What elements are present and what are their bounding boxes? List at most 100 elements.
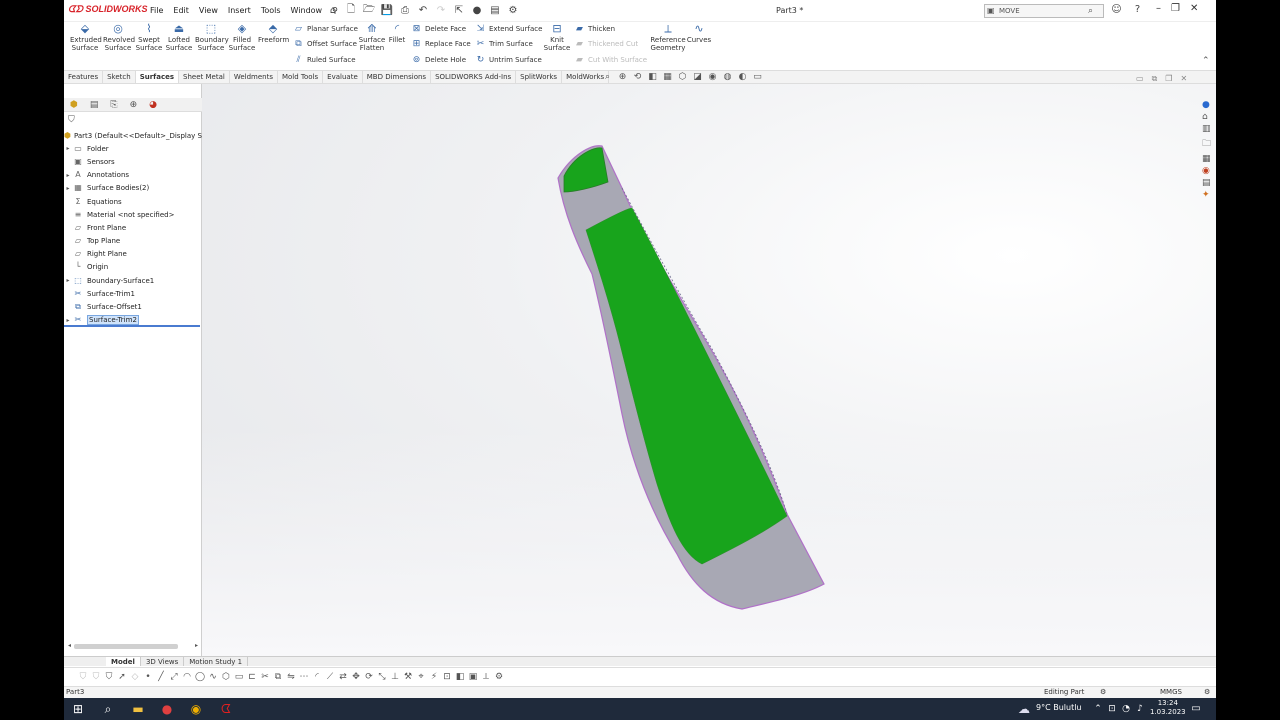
collapse-ribbon-icon[interactable]: ⌃ <box>1202 56 1210 66</box>
search-input[interactable]: ▣ MOVE ⌕ <box>984 4 1104 18</box>
model-view[interactable] <box>202 84 1216 656</box>
solidworks-taskbar-icon[interactable]: ᗧ <box>218 701 234 717</box>
scroll-left-icon[interactable]: ◂ <box>68 642 71 649</box>
weather-text[interactable]: 9°C Bulutlu <box>1036 703 1082 712</box>
property-manager-tab-icon[interactable]: ▤ <box>90 98 99 111</box>
convert-entities-icon[interactable]: ⇄ <box>338 672 348 682</box>
tree-node-part[interactable]: ⬢ Part3 (Default<<Default>_Display Sta <box>64 129 202 142</box>
chamfer-icon[interactable]: ⟋ <box>325 672 335 682</box>
trim-entities-icon[interactable]: ✂ <box>260 672 270 682</box>
surface-flatten-button[interactable]: ⟰ Surface Flatten <box>358 23 386 53</box>
rotate-entities-icon[interactable]: ⟳ <box>364 672 374 682</box>
feature-manager-tab-icon[interactable]: ⬢ <box>70 98 78 111</box>
point-icon[interactable]: • <box>143 672 153 682</box>
ruled-surface-button[interactable]: ⫽ Ruled Surface <box>293 53 355 67</box>
tree-node-surface-bodies[interactable]: ▸ ▦ Surface Bodies(2) <box>64 182 202 195</box>
recorder-app-icon[interactable]: ● <box>159 701 175 717</box>
repair-sketch-icon[interactable]: ⚒ <box>403 672 413 682</box>
viewport-minimize-icon[interactable]: ▭ <box>1136 74 1144 84</box>
rapid-sketch-icon[interactable]: ⚡ <box>429 672 439 682</box>
extruded-surface-button[interactable]: ⬙ Extruded Surface <box>70 23 102 53</box>
tree-node-top-plane[interactable]: ▱ Top Plane <box>64 235 202 248</box>
offset-surface-button[interactable]: ⧉ Offset Surface <box>293 37 357 51</box>
tree-node-front-plane[interactable]: ▱ Front Plane <box>64 221 202 234</box>
volume-icon[interactable]: ♪ <box>1132 701 1148 717</box>
viewport-close-icon[interactable]: ✕ <box>1180 74 1187 84</box>
display-relations-icon[interactable]: ⟂ <box>481 672 491 682</box>
redo-icon[interactable]: ↷ <box>434 4 448 17</box>
resources-icon[interactable]: ● <box>1202 100 1214 110</box>
knit-surface-button[interactable]: ⊟ Knit Surface <box>542 23 572 53</box>
file-properties-icon[interactable]: ▤ <box>488 4 502 17</box>
menu-window[interactable]: Window <box>291 6 323 15</box>
custom-properties-icon[interactable]: ▤ <box>1202 178 1214 188</box>
zoom-to-area-icon[interactable]: ⊕ <box>617 72 628 82</box>
expand-arrow-icon[interactable]: ▸ <box>64 185 72 192</box>
rebuild-icon[interactable]: ⚙ <box>1100 688 1106 696</box>
save-icon[interactable]: 💾 <box>380 4 394 17</box>
solidworks-forum-icon[interactable]: ✦ <box>1202 190 1214 200</box>
tab-sketch[interactable]: Sketch <box>103 71 136 83</box>
options-gear-icon[interactable]: ⚙ <box>506 4 520 17</box>
edit-appearance-icon[interactable]: ◍ <box>722 72 733 82</box>
mirror-icon[interactable]: ⇋ <box>286 672 296 682</box>
appearances-icon[interactable]: ◉ <box>1202 166 1214 176</box>
menu-tools[interactable]: Tools <box>261 6 281 15</box>
swept-surface-button[interactable]: ⌇ Swept Surface <box>135 23 163 53</box>
quick-snaps-icon[interactable]: ⌖ <box>416 672 426 682</box>
offset-entities-icon[interactable]: ⧉ <box>273 672 283 682</box>
help-icon[interactable]: ? <box>1131 4 1144 15</box>
home-pane-icon[interactable]: ⌂ <box>1202 112 1214 122</box>
tab-splitworks[interactable]: SplitWorks <box>516 71 563 83</box>
polygon-icon[interactable]: ⬡ <box>221 672 231 682</box>
tab-mbd-dimensions[interactable]: MBD Dimensions <box>363 71 432 83</box>
delete-hole-button[interactable]: ⊚ Delete Hole <box>411 53 466 67</box>
apply-scene-icon[interactable]: ◐ <box>737 72 748 82</box>
display-style-icon[interactable]: ◪ <box>692 72 703 82</box>
chrome-icon[interactable]: ◉ <box>188 701 204 717</box>
circle-icon[interactable]: ◯ <box>195 672 205 682</box>
new-document-icon[interactable]: 🗋 <box>344 4 358 17</box>
menu-file[interactable]: File <box>150 6 163 15</box>
configuration-manager-tab-icon[interactable]: ⎘ <box>110 98 117 111</box>
tab-features[interactable]: Features <box>64 71 104 83</box>
hide-show-items-icon[interactable]: ◉ <box>707 72 718 82</box>
tab-evaluate[interactable]: Evaluate <box>323 71 363 83</box>
slot-icon[interactable]: ⊏ <box>247 672 257 682</box>
select-arrow-icon[interactable]: ➚ <box>117 672 127 682</box>
fillet-sketch-icon[interactable]: ◜ <box>312 672 322 682</box>
taskbar-search-icon[interactable]: ⌕ <box>100 701 116 717</box>
tree-node-equations[interactable]: Σ Equations <box>64 195 202 208</box>
rectangle-icon[interactable]: ▭ <box>234 672 244 682</box>
freeform-button[interactable]: ⬘ Freeform <box>258 23 289 45</box>
dynamic-annotation-icon[interactable]: ▦ <box>662 72 673 82</box>
expand-arrow-icon[interactable]: ▸ <box>64 172 72 179</box>
status-units[interactable]: MMGS <box>1160 688 1182 696</box>
filter-icon[interactable]: ⛉ <box>68 115 75 125</box>
extend-surface-button[interactable]: ⇲ Extend Surface <box>475 22 543 36</box>
tree-node-boundary-surface1[interactable]: ▸ ⬚ Boundary-Surface1 <box>64 274 202 287</box>
rollback-bar[interactable] <box>64 325 200 327</box>
home-icon[interactable]: ⌂ <box>326 4 340 17</box>
filled-surface-button[interactable]: ◈ Filled Surface <box>228 23 256 53</box>
viewport-tile-icon[interactable]: ⧉ <box>1152 74 1158 84</box>
shaded-sketch-icon[interactable]: ◧ <box>455 672 465 682</box>
user-account-icon[interactable]: ☺ <box>1110 4 1123 15</box>
minimize-icon[interactable]: – <box>1156 3 1161 14</box>
open-folder-icon[interactable]: 🗁 <box>362 4 376 17</box>
feature-tree-scrollbar[interactable]: ◂ ▸ <box>68 642 198 650</box>
reference-geometry-button[interactable]: ⟂ Reference Geometry <box>650 23 686 53</box>
print-icon[interactable]: ⎙ <box>398 4 412 17</box>
expand-arrow-icon[interactable]: ▸ <box>64 317 72 324</box>
viewport-restore-icon[interactable]: ❐ <box>1165 74 1172 84</box>
revolved-surface-button[interactable]: ◎ Revolved Surface <box>103 23 135 53</box>
expand-arrow-icon[interactable]: ▸ <box>64 145 72 152</box>
solidworks-logo[interactable]: ᗧᗤ SOLIDWORKS <box>68 4 147 15</box>
tree-node-sensors[interactable]: ▣ Sensors <box>64 155 202 168</box>
customize-icon[interactable]: ⚙ <box>1204 688 1210 696</box>
notifications-icon[interactable]: ▭ <box>1188 701 1204 717</box>
tree-node-folder[interactable]: ▸ ▭ Folder <box>64 142 202 155</box>
file-explorer-icon[interactable]: 🗀 <box>1202 136 1214 152</box>
centerline-icon[interactable]: ⤢ <box>169 672 179 682</box>
view-settings-icon[interactable]: ▭ <box>752 72 763 82</box>
